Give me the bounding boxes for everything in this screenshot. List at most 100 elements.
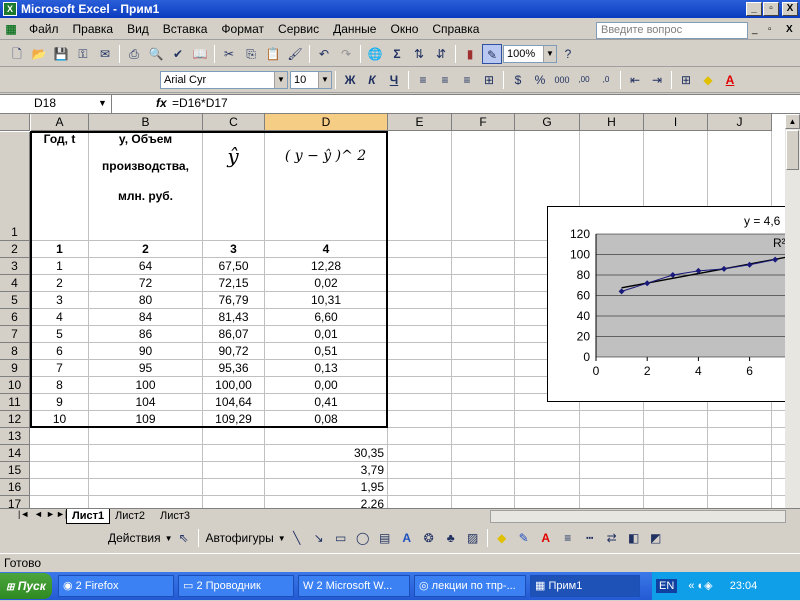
header-output-1[interactable]: y, Объем bbox=[89, 132, 202, 146]
result-cell[interactable]: 1,95 bbox=[265, 480, 384, 494]
chart-wizard-icon[interactable]: ▮ bbox=[460, 44, 480, 64]
print-preview-icon[interactable]: 🔍 bbox=[146, 44, 166, 64]
menu-file[interactable]: Файл bbox=[22, 22, 66, 36]
italic-button[interactable]: К bbox=[362, 70, 382, 90]
column-header-a[interactable]: A bbox=[31, 114, 89, 131]
table-cell[interactable]: 72 bbox=[89, 276, 202, 290]
row-header-1[interactable]: 1 bbox=[0, 132, 30, 241]
table-cell[interactable]: 80 bbox=[89, 293, 202, 307]
hyperlink-icon[interactable]: 🌐 bbox=[365, 44, 385, 64]
result-cell[interactable]: 30,35 bbox=[265, 446, 384, 460]
maximize-button[interactable]: ▫ bbox=[763, 2, 779, 16]
align-right-icon[interactable]: ≡ bbox=[457, 70, 477, 90]
table-cell[interactable]: 100 bbox=[89, 378, 202, 392]
row-header-3[interactable]: 3 bbox=[0, 258, 30, 275]
table-cell[interactable]: 72,15 bbox=[203, 276, 264, 290]
save-icon[interactable]: 💾 bbox=[51, 44, 71, 64]
row-header-17[interactable]: 17 bbox=[0, 496, 30, 508]
chevron-down-icon[interactable]: ▼ bbox=[543, 45, 556, 62]
wordart-icon[interactable]: A bbox=[397, 528, 417, 548]
row-header-6[interactable]: 6 bbox=[0, 309, 30, 326]
menu-window[interactable]: Окно bbox=[383, 22, 425, 36]
tray-apps-icon[interactable]: ◐◈ bbox=[698, 580, 713, 592]
table-cell[interactable]: 0,41 bbox=[265, 395, 387, 409]
3d-icon[interactable]: ◩ bbox=[646, 528, 666, 548]
new-icon[interactable]: 🗋 bbox=[7, 44, 27, 64]
column-header-b[interactable]: B bbox=[89, 114, 203, 131]
task-explorer[interactable]: ▭ 2 Проводник bbox=[178, 575, 294, 597]
table-cell[interactable]: 64 bbox=[89, 259, 202, 273]
table-cell[interactable]: 109 bbox=[89, 412, 202, 426]
start-button[interactable]: ⊞ Пуск bbox=[0, 573, 52, 599]
column-number-cell[interactable]: 1 bbox=[31, 242, 88, 256]
underline-button[interactable]: Ч bbox=[384, 70, 404, 90]
decrease-decimal-icon[interactable]: ,0 bbox=[596, 70, 616, 90]
increase-indent-icon[interactable]: ⇥ bbox=[647, 70, 667, 90]
picture-icon[interactable]: ▨ bbox=[463, 528, 483, 548]
cut-icon[interactable]: ✂ bbox=[219, 44, 239, 64]
table-cell[interactable]: 10 bbox=[31, 412, 88, 426]
font-color-icon[interactable]: A bbox=[536, 528, 556, 548]
table-cell[interactable]: 0,02 bbox=[265, 276, 387, 290]
select-objects-icon[interactable]: ⇖ bbox=[174, 528, 194, 548]
tray-expand-icon[interactable]: « bbox=[688, 580, 694, 592]
zoom-select[interactable]: 100% ▼ bbox=[503, 44, 557, 63]
line-color-icon[interactable]: ✎ bbox=[514, 528, 534, 548]
next-sheet-icon[interactable]: ► bbox=[46, 509, 55, 519]
table-cell[interactable]: 90 bbox=[89, 344, 202, 358]
column-header-c[interactable]: C bbox=[203, 114, 265, 131]
table-cell[interactable]: 95,36 bbox=[203, 361, 264, 375]
column-header-j[interactable]: J bbox=[708, 114, 772, 131]
column-header-g[interactable]: G bbox=[515, 114, 580, 131]
header-output-2[interactable]: производства, bbox=[89, 159, 202, 173]
menu-data[interactable]: Данные bbox=[326, 22, 383, 36]
column-header-f[interactable]: F bbox=[452, 114, 515, 131]
row-header-13[interactable]: 13 bbox=[0, 428, 30, 445]
table-cell[interactable]: 1 bbox=[31, 259, 88, 273]
doc-close-button[interactable]: X bbox=[786, 24, 793, 35]
vertical-scrollbar[interactable]: ▲ bbox=[785, 114, 800, 508]
align-center-icon[interactable]: ≡ bbox=[435, 70, 455, 90]
row-header-4[interactable]: 4 bbox=[0, 275, 30, 292]
arrow-style-icon[interactable]: ⇄ bbox=[602, 528, 622, 548]
table-cell[interactable]: 7 bbox=[31, 361, 88, 375]
font-size-select[interactable]: 10 ▼ bbox=[290, 70, 332, 89]
email-icon[interactable]: ✉ bbox=[95, 44, 115, 64]
row-header-11[interactable]: 11 bbox=[0, 394, 30, 411]
spelling-icon[interactable]: ✔ bbox=[168, 44, 188, 64]
minimize-button[interactable]: _ bbox=[746, 2, 762, 16]
horizontal-scrollbar[interactable] bbox=[490, 510, 786, 523]
table-cell[interactable]: 0,51 bbox=[265, 344, 387, 358]
row-header-10[interactable]: 10 bbox=[0, 377, 30, 394]
row-header-5[interactable]: 5 bbox=[0, 292, 30, 309]
chevron-down-icon[interactable]: ▼ bbox=[318, 71, 331, 88]
font-color-icon[interactable]: A bbox=[720, 70, 740, 90]
menu-format[interactable]: Формат bbox=[214, 22, 271, 36]
copy-icon[interactable]: ⎘ bbox=[241, 44, 261, 64]
table-cell[interactable]: 10,31 bbox=[265, 293, 387, 307]
decrease-indent-icon[interactable]: ⇤ bbox=[625, 70, 645, 90]
table-cell[interactable]: 109,29 bbox=[203, 412, 264, 426]
clipart-icon[interactable]: ♣ bbox=[441, 528, 461, 548]
permission-icon[interactable]: ⚿ bbox=[73, 44, 93, 64]
row-header-7[interactable]: 7 bbox=[0, 326, 30, 343]
table-cell[interactable]: 5 bbox=[31, 327, 88, 341]
bold-button[interactable]: Ж bbox=[340, 70, 360, 90]
menu-help[interactable]: Справка bbox=[425, 22, 486, 36]
scroll-up-icon[interactable]: ▲ bbox=[785, 114, 800, 129]
drawing-icon[interactable]: ✎ bbox=[482, 43, 502, 64]
help-icon[interactable]: ? bbox=[558, 44, 578, 64]
table-cell[interactable]: 104 bbox=[89, 395, 202, 409]
row-header-15[interactable]: 15 bbox=[0, 462, 30, 479]
chevron-down-icon[interactable]: ▼ bbox=[165, 534, 173, 543]
arrow-icon[interactable]: ↘ bbox=[309, 528, 329, 548]
doc-restore-button[interactable]: ▫ bbox=[768, 24, 772, 35]
menu-tools[interactable]: Сервис bbox=[271, 22, 326, 36]
table-cell[interactable]: 90,72 bbox=[203, 344, 264, 358]
textbox-icon[interactable]: ▤ bbox=[375, 528, 395, 548]
chevron-down-icon[interactable]: ▼ bbox=[274, 71, 287, 88]
column-header-h[interactable]: H bbox=[580, 114, 644, 131]
task-word[interactable]: W 2 Microsoft W... bbox=[298, 575, 410, 597]
formula-input[interactable]: =D16*D17 bbox=[172, 96, 228, 110]
header-squared-residual[interactable]: ( y − ŷ )^ 2 bbox=[265, 148, 386, 164]
